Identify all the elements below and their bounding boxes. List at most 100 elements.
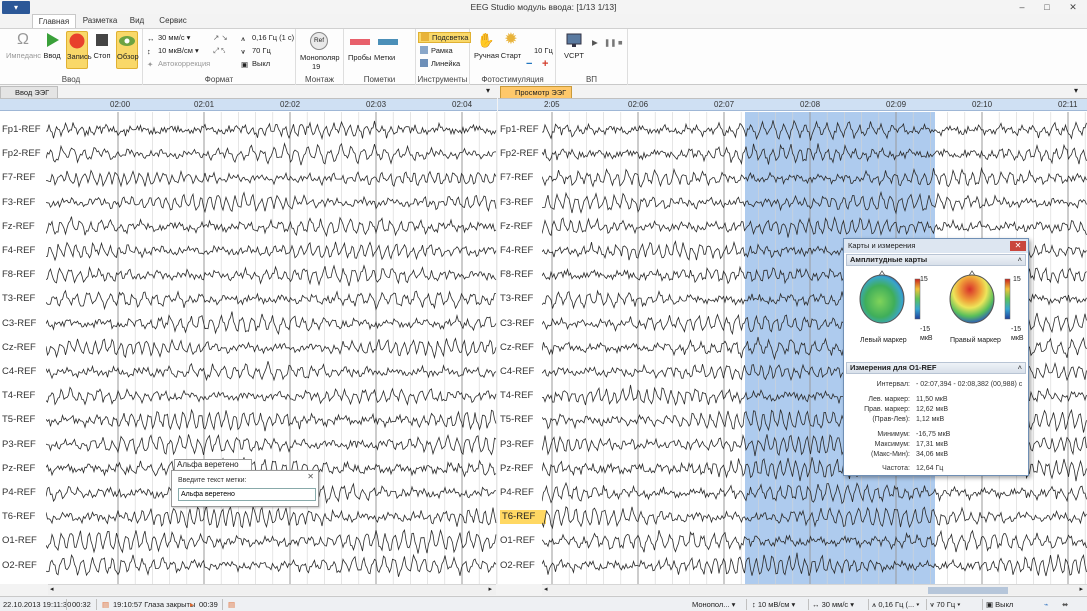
sensitivity-select[interactable]: ↕ 10 мкВ/см ▾ xyxy=(147,46,199,56)
scroll-left-right-panel-icon[interactable]: ◂ xyxy=(544,585,548,593)
scrollbar-thumb[interactable] xyxy=(928,587,1008,594)
photostim-start-button[interactable]: ✹ Старт xyxy=(500,31,522,60)
channel-label[interactable]: Fp2-REF xyxy=(2,147,48,161)
scroll-right-right-panel-icon[interactable]: ▸ xyxy=(1079,585,1083,593)
channel-label[interactable]: C3-REF xyxy=(500,317,546,331)
left-eeg-traces[interactable] xyxy=(46,112,497,584)
channel-label[interactable]: F4-REF xyxy=(2,244,48,258)
ruler-button[interactable]: Линейка xyxy=(420,59,460,68)
ep-play-icon[interactable]: ▶ xyxy=(592,38,598,47)
photostim-frequency[interactable]: 10 Гц xyxy=(534,46,553,55)
maps-close-icon[interactable]: ✕ xyxy=(1010,241,1026,251)
panel-dropdown-right-icon[interactable]: ▾ xyxy=(1074,86,1078,95)
input-button[interactable]: Ввод xyxy=(42,31,62,60)
channel-label[interactable]: T6-REF xyxy=(500,510,546,525)
tab-markup[interactable]: Разметка xyxy=(80,14,120,28)
ep-pause-icon[interactable]: ❚❚ xyxy=(604,38,617,47)
channel-label[interactable]: Fp1-REF xyxy=(2,123,48,137)
vcpt-button[interactable]: VCPT xyxy=(562,31,586,60)
channel-label[interactable]: P3-REF xyxy=(2,438,48,452)
channel-label[interactable]: F4-REF xyxy=(500,244,546,258)
channel-label[interactable]: P4-REF xyxy=(500,486,546,500)
highpass-select[interactable]: ⩚ 0,16 Гц (1 с) xyxy=(241,33,294,43)
channel-label[interactable]: Fz-REF xyxy=(2,220,48,234)
channel-label[interactable]: Fp1-REF xyxy=(500,123,546,137)
lowpass-select[interactable]: ⩛ 70 Гц xyxy=(241,46,271,56)
right-horizontal-scrollbar[interactable]: ◂ ▸ xyxy=(542,584,1087,595)
stop-button[interactable]: Стоп xyxy=(92,31,112,60)
channel-label[interactable]: O1-REF xyxy=(500,534,546,548)
minimize-icon[interactable]: – xyxy=(1010,0,1034,14)
status-event[interactable]: 19:10:57 Глаза закрыты xyxy=(113,600,195,609)
measurements-header[interactable]: Измерения для O1-REF ˄ xyxy=(846,362,1026,374)
probes-button[interactable]: Пробы xyxy=(348,53,371,62)
annotation-text-input[interactable] xyxy=(178,488,316,501)
speed-select[interactable]: ↔ 30 мм/с ▾ xyxy=(147,33,190,43)
channel-label[interactable]: Cz-REF xyxy=(2,341,48,355)
amplitude-maps-header[interactable]: Амплитудные карты ˄ xyxy=(846,254,1026,266)
channel-label[interactable]: P3-REF xyxy=(500,438,546,452)
channel-label[interactable]: O1-REF xyxy=(2,534,48,548)
channel-label[interactable]: Fz-REF xyxy=(500,220,546,234)
marks-button[interactable]: Метки xyxy=(374,53,395,62)
record-button[interactable]: Запись xyxy=(66,31,92,69)
zoom-icons[interactable]: ↗ ↘ xyxy=(213,33,228,42)
ep-stop-icon[interactable]: ■ xyxy=(618,38,623,47)
left-horizontal-scrollbar[interactable]: ◂ ▸ xyxy=(48,584,496,595)
impedance-button[interactable]: Ω Импеданс xyxy=(6,31,41,60)
channel-label[interactable]: T5-REF xyxy=(2,413,48,427)
manual-button[interactable]: ✋ Ручная xyxy=(474,31,499,60)
channel-label[interactable]: F8-REF xyxy=(2,268,48,282)
montage-number[interactable]: 19 xyxy=(312,62,320,71)
channel-label[interactable]: T3-REF xyxy=(500,292,546,306)
eeg-input-panel[interactable]: 02:00 02:01 02:02 02:03 02:04 Fp1-REF Fp2… xyxy=(0,98,497,584)
channel-label[interactable]: F3-REF xyxy=(500,196,546,210)
channel-label[interactable]: C4-REF xyxy=(500,365,546,379)
frame-button[interactable]: Рамка xyxy=(420,46,453,55)
monopolar-label[interactable]: Монополяр xyxy=(300,53,340,62)
channel-label[interactable]: O2-REF xyxy=(2,559,48,573)
channel-label[interactable]: C4-REF xyxy=(2,365,48,379)
status-lowpass[interactable]: ⩛ 70 Гц ▾ xyxy=(930,600,960,610)
maximize-icon[interactable]: □ xyxy=(1035,0,1059,14)
channel-label[interactable]: O2-REF xyxy=(500,559,546,573)
status-sensitivity[interactable]: ↕ 10 мВ/см ▾ xyxy=(752,600,795,609)
dialog-close-icon[interactable]: ✕ xyxy=(307,472,314,481)
scale-icons[interactable]: ⤢ ⤣ xyxy=(213,46,225,56)
left-time-axis[interactable]: 02:00 02:01 02:02 02:03 02:04 xyxy=(0,99,497,111)
status-speed[interactable]: ↔ 30 мм/с ▾ xyxy=(812,600,854,609)
channel-label[interactable]: C3-REF xyxy=(2,317,48,331)
minus-icon[interactable]: − xyxy=(526,58,532,70)
channel-label[interactable]: T3-REF xyxy=(2,292,48,306)
channel-label[interactable]: Cz-REF xyxy=(500,341,546,355)
highlight-button[interactable]: Подсветка xyxy=(418,32,472,43)
tab-view[interactable]: Вид xyxy=(124,14,150,28)
autocorrection-button[interactable]: ✦ Автокоррекция xyxy=(147,59,210,69)
channel-label[interactable]: P4-REF xyxy=(2,486,48,500)
right-time-axis[interactable]: 2:05 02:06 02:07 02:08 02:09 02:10 02:11 xyxy=(498,99,1087,111)
channel-label[interactable]: T4-REF xyxy=(500,389,546,403)
scroll-right-icon[interactable]: ▸ xyxy=(488,585,492,593)
status-montage[interactable]: Монопол... ▾ xyxy=(692,600,735,609)
channel-label[interactable]: Pz-REF xyxy=(500,462,546,476)
tab-eeg-input[interactable]: Ввод ЭЭГ xyxy=(0,86,58,98)
channel-label[interactable]: Fp2-REF xyxy=(500,147,546,161)
channel-label[interactable]: F3-REF xyxy=(2,196,48,210)
tab-eeg-view[interactable]: Просмотр ЭЭГ xyxy=(500,86,572,98)
close-icon[interactable]: ✕ xyxy=(1061,0,1085,14)
channel-label[interactable]: F8-REF xyxy=(500,268,546,282)
collapse-icon[interactable]: ˄ xyxy=(1018,255,1022,265)
overview-button[interactable]: Обзор xyxy=(116,31,139,69)
collapse-meas-icon[interactable]: ˄ xyxy=(1018,363,1022,373)
channel-label[interactable]: F7-REF xyxy=(2,171,48,185)
status-notch[interactable]: ▣ Выкл xyxy=(986,600,1013,609)
notch-select[interactable]: ▣ Выкл xyxy=(241,59,270,69)
panel-dropdown-icon[interactable]: ▾ xyxy=(486,86,490,95)
tab-service[interactable]: Сервис xyxy=(154,14,192,28)
maps-window-title[interactable]: Карты и измерения xyxy=(844,239,1028,253)
ref-badge[interactable]: Ref xyxy=(310,32,328,50)
channel-label[interactable]: F7-REF xyxy=(500,171,546,185)
channel-label[interactable]: T5-REF xyxy=(500,413,546,427)
channel-label[interactable]: T4-REF xyxy=(2,389,48,403)
plus-icon[interactable]: + xyxy=(542,58,548,70)
